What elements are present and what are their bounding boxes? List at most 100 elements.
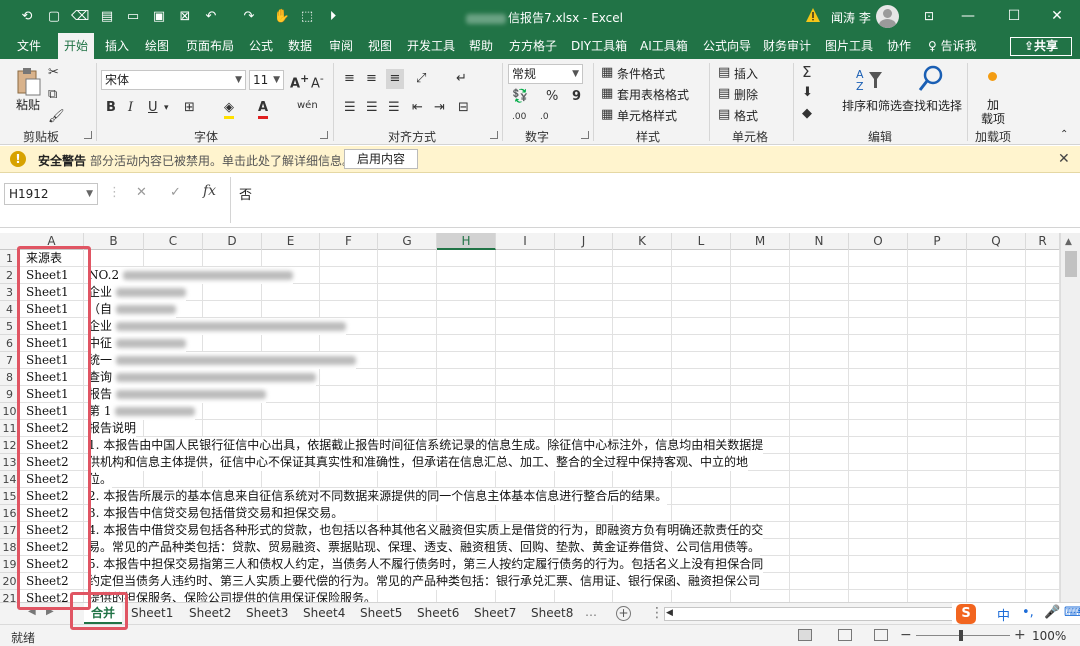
tab-help[interactable]: 帮助 — [463, 33, 499, 59]
cell-b[interactable]: 查询 — [88, 369, 317, 386]
more-tabs-icon[interactable]: … — [585, 605, 597, 619]
scroll-left-icon[interactable]: ◀ — [666, 608, 673, 618]
column-header-i[interactable]: I — [496, 233, 555, 250]
delete-cells-icon[interactable]: ▤ — [718, 86, 730, 102]
addin-label-2[interactable]: 载项 — [981, 110, 1005, 127]
tab-ai-toolbox[interactable]: AI工具箱 — [634, 33, 694, 59]
table-format-icon[interactable]: ▦ — [601, 86, 613, 102]
insert-cells-icon[interactable]: ▤ — [718, 65, 730, 81]
cell-b[interactable]: 报告 — [88, 386, 267, 403]
collapse-ribbon-icon[interactable]: ⌃ — [1060, 127, 1068, 143]
sheet-tab[interactable]: Sheet5 — [353, 603, 409, 624]
grow-font-icon[interactable]: A+ — [290, 71, 309, 92]
enable-content-button[interactable]: 启用内容 — [344, 149, 418, 169]
format-cells-icon[interactable]: ▤ — [718, 107, 730, 123]
cancel-icon[interactable]: ✕ — [136, 185, 147, 200]
column-header-j[interactable]: J — [555, 233, 613, 250]
column-header-o[interactable]: O — [849, 233, 908, 250]
hand-icon[interactable]: ✋ — [273, 8, 291, 25]
cell-b[interactable]: 易。常见的产品种类包括：贷款、贸易融资、票据贴现、保理、透支、融资租赁、回购、垫… — [88, 539, 761, 556]
fill-icon[interactable]: ⬇ — [802, 85, 813, 101]
redo-icon[interactable]: ↷ — [240, 8, 258, 25]
increase-indent-icon[interactable]: ⇥ — [434, 100, 445, 116]
form-icon[interactable]: ⊠ — [176, 8, 194, 25]
sheet-tab[interactable]: Sheet7 — [467, 603, 523, 624]
tab-formula-wizard[interactable]: 公式向导 — [697, 33, 757, 59]
tab-fangfang[interactable]: 方方格子 — [503, 33, 563, 59]
cell-b[interactable]: 3. 本报告中信贷交易包括借贷交易和担保交易。 — [88, 505, 344, 522]
cell-b[interactable]: 提供的担保服务、保险公司提供的信用保证保险服务。 — [88, 590, 377, 602]
page-layout-view-icon[interactable] — [838, 629, 852, 641]
find-select-button[interactable]: 查找和选择 — [902, 97, 962, 114]
column-header-l[interactable]: L — [672, 233, 731, 250]
worksheet-grid[interactable]: ABCDEFGHIJKLMNOPQR 1 2 3 4 5 6 7 8 9 10 11 12 13 14 15… — [0, 233, 1080, 602]
splitter-icon[interactable]: ⋮ — [650, 605, 664, 621]
sheet-tab[interactable]: Sheet3 — [239, 603, 295, 624]
cell-b[interactable]: 企业 — [88, 318, 347, 335]
column-header-c[interactable]: C — [144, 233, 203, 250]
zoom-slider-thumb[interactable] — [959, 630, 963, 641]
cell-b[interactable]: 1. 本报告由中国人民银行征信中心出具，依据截止报告时间征信系统记录的信息生成。… — [88, 437, 764, 454]
insert-cells-button[interactable]: 插入 — [734, 65, 758, 82]
cell-b[interactable]: 企业 — [88, 284, 187, 301]
cell-b[interactable]: 约定但当债务人违约时、第三人实质上要代偿的行为。常见的产品种类包括：银行承兑汇票… — [88, 573, 761, 590]
align-top-icon[interactable]: ≡ — [344, 71, 355, 87]
scroll-thumb[interactable] — [675, 609, 955, 619]
fill-color-icon[interactable]: ◈ — [224, 100, 234, 119]
zoom-out-icon[interactable]: − — [900, 627, 912, 643]
warning-icon[interactable] — [805, 7, 821, 23]
clipboard-launcher-icon[interactable] — [84, 131, 92, 139]
orientation-icon[interactable]: ⤢ — [416, 71, 426, 87]
cell-b[interactable]: 4. 本报告中借贷交易包括各种形式的贷款，也包括以各种其他名义融资但实质上是借贷… — [88, 522, 764, 539]
security-message-link[interactable]: 部分活动内容已被禁用。单击此处了解详细信息。 — [90, 152, 354, 169]
delete-cells-button[interactable]: 删除 — [734, 86, 758, 103]
tab-view[interactable]: 视图 — [362, 33, 398, 59]
accounting-format-icon[interactable]: 💱 — [512, 89, 528, 105]
enter-icon[interactable]: ✓ — [170, 185, 181, 200]
new-file-icon[interactable]: ▤ — [98, 8, 116, 25]
tab-developer[interactable]: 开发工具 — [401, 33, 461, 59]
addin-icon[interactable] — [988, 72, 997, 81]
select-icon[interactable]: ⬚ — [298, 8, 316, 25]
close-icon[interactable]: ✕ — [1058, 151, 1070, 167]
tab-collaborate[interactable]: 协作 — [881, 33, 917, 59]
conditional-format-icon[interactable]: ▦ — [601, 65, 613, 81]
paste-icon[interactable] — [16, 67, 42, 97]
borders-icon[interactable]: ⊞ — [184, 100, 195, 116]
eraser-icon[interactable]: ⌫ — [71, 8, 89, 25]
italic-icon[interactable]: I — [128, 100, 133, 116]
horizontal-scrollbar[interactable]: ◀ — [664, 607, 955, 621]
align-bottom-icon[interactable]: ≡ — [386, 69, 404, 89]
save-icon[interactable]: ▣ — [150, 8, 168, 25]
avatar[interactable] — [876, 5, 899, 28]
decrease-indent-icon[interactable]: ⇤ — [412, 100, 423, 116]
cell-b[interactable]: 报告说明 — [88, 420, 137, 437]
tab-file[interactable]: 文件 — [11, 33, 47, 59]
percent-icon[interactable]: % — [546, 89, 558, 105]
merge-center-icon[interactable]: ⊟ — [458, 100, 469, 116]
chevron-down-icon[interactable]: ▾ — [164, 100, 169, 116]
cell-b[interactable]: 第 1 — [88, 403, 196, 420]
tab-home[interactable]: 开始 — [58, 33, 95, 59]
find-icon[interactable] — [918, 65, 944, 93]
tab-image-tools[interactable]: 图片工具 — [819, 33, 879, 59]
minimize-button[interactable]: — — [945, 0, 991, 33]
sheet-tab[interactable]: Sheet2 — [182, 603, 238, 624]
close-button[interactable]: ✕ — [1034, 0, 1080, 33]
cell-b[interactable]: 供机构和信息主体提供，征信中心不保证其真实性和准确性，但承诺在信息汇总、加工、整… — [88, 454, 749, 471]
file-icon[interactable]: ▢ — [45, 8, 63, 25]
column-header-k[interactable]: K — [613, 233, 672, 250]
undo-icon[interactable]: ↶ — [202, 8, 220, 25]
sort-filter-button[interactable]: 排序和筛选 — [842, 97, 902, 114]
align-left-icon[interactable]: ☰ — [344, 100, 356, 116]
column-header-m[interactable]: M — [731, 233, 790, 250]
column-header-b[interactable]: B — [84, 233, 144, 250]
name-box[interactable]: H1912 ▼ — [4, 183, 98, 205]
cell-b[interactable]: （自 — [88, 301, 177, 318]
cell-b[interactable]: 统一 — [88, 352, 357, 369]
formula-input[interactable]: 否 — [230, 177, 1075, 223]
scroll-up-icon[interactable]: ▲ — [1065, 237, 1072, 247]
insert-function-icon[interactable]: fx — [203, 183, 216, 199]
sheet-tab[interactable]: Sheet6 — [410, 603, 466, 624]
format-cells-button[interactable]: 格式 — [734, 107, 758, 124]
